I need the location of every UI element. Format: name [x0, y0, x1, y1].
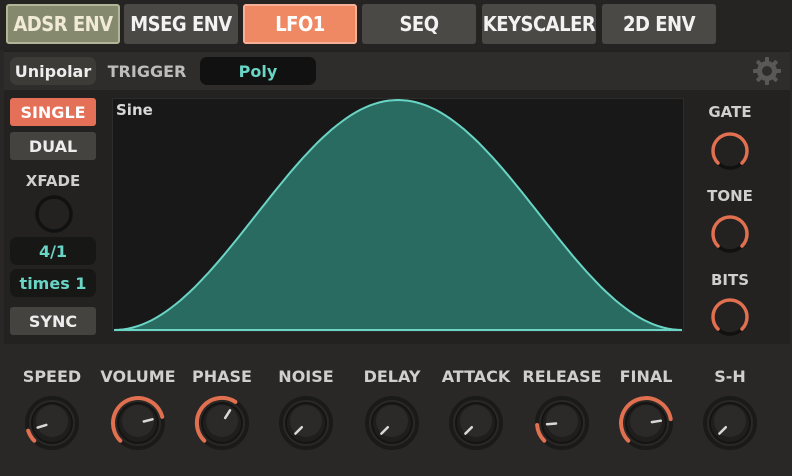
delay-label: DELAY: [363, 367, 421, 386]
tone-label: TONE: [707, 187, 753, 205]
s-h-knob[interactable]: [695, 388, 765, 458]
tab-mseg-env[interactable]: MSEG ENV: [124, 4, 238, 44]
release-pointer: [545, 422, 558, 426]
final-knob[interactable]: [611, 388, 681, 458]
gear-icon[interactable]: [752, 56, 782, 86]
trigger-mode-select[interactable]: Poly: [200, 57, 316, 85]
bits-knob[interactable]: [707, 294, 753, 340]
volume-label: VOLUME: [100, 367, 176, 386]
polarity-button[interactable]: Unipolar: [10, 57, 96, 85]
attack-label: ATTACK: [441, 367, 511, 386]
volume-knob[interactable]: [103, 388, 173, 458]
delay-knob[interactable]: [357, 388, 427, 458]
speed-knob[interactable]: [17, 388, 87, 458]
noise-knob[interactable]: [271, 388, 341, 458]
multiplier-display[interactable]: times 1: [10, 269, 96, 297]
noise-label: NOISE: [278, 367, 334, 386]
tab-2d-env[interactable]: 2D ENV: [602, 4, 716, 44]
sync-button[interactable]: SYNC: [10, 307, 96, 335]
final-label: FINAL: [619, 367, 673, 386]
attack-knob[interactable]: [441, 388, 511, 458]
bits-label: BITS: [710, 271, 750, 289]
tab-seq[interactable]: SEQ: [362, 4, 476, 44]
sine-waveform: [113, 98, 683, 331]
gate-knob[interactable]: [707, 128, 753, 174]
speed-label: SPEED: [22, 367, 82, 386]
xfade-knob[interactable]: [32, 192, 76, 236]
final-pointer: [650, 419, 663, 424]
gate-label: GATE: [708, 103, 752, 121]
tab-adsr-env[interactable]: ADSR ENV: [6, 4, 120, 44]
release-label: RELEASE: [522, 367, 602, 386]
phase-knob[interactable]: [187, 388, 257, 458]
waveform-name: Sine: [116, 101, 153, 119]
xfade-label: XFADE: [25, 172, 81, 190]
dual-mode-button[interactable]: DUAL: [10, 132, 96, 160]
release-knob[interactable]: [527, 388, 597, 458]
tone-knob[interactable]: [707, 211, 753, 257]
tab-keyscaler[interactable]: KEYSCALER: [482, 4, 596, 44]
tab-lfo1[interactable]: LFO1: [243, 4, 357, 44]
rate-display[interactable]: 4/1: [10, 237, 96, 265]
trigger-label: TRIGGER: [107, 61, 187, 81]
phase-label: PHASE: [192, 367, 252, 386]
s-h-label: S-H: [714, 367, 746, 386]
single-mode-button[interactable]: SINGLE: [10, 98, 96, 126]
